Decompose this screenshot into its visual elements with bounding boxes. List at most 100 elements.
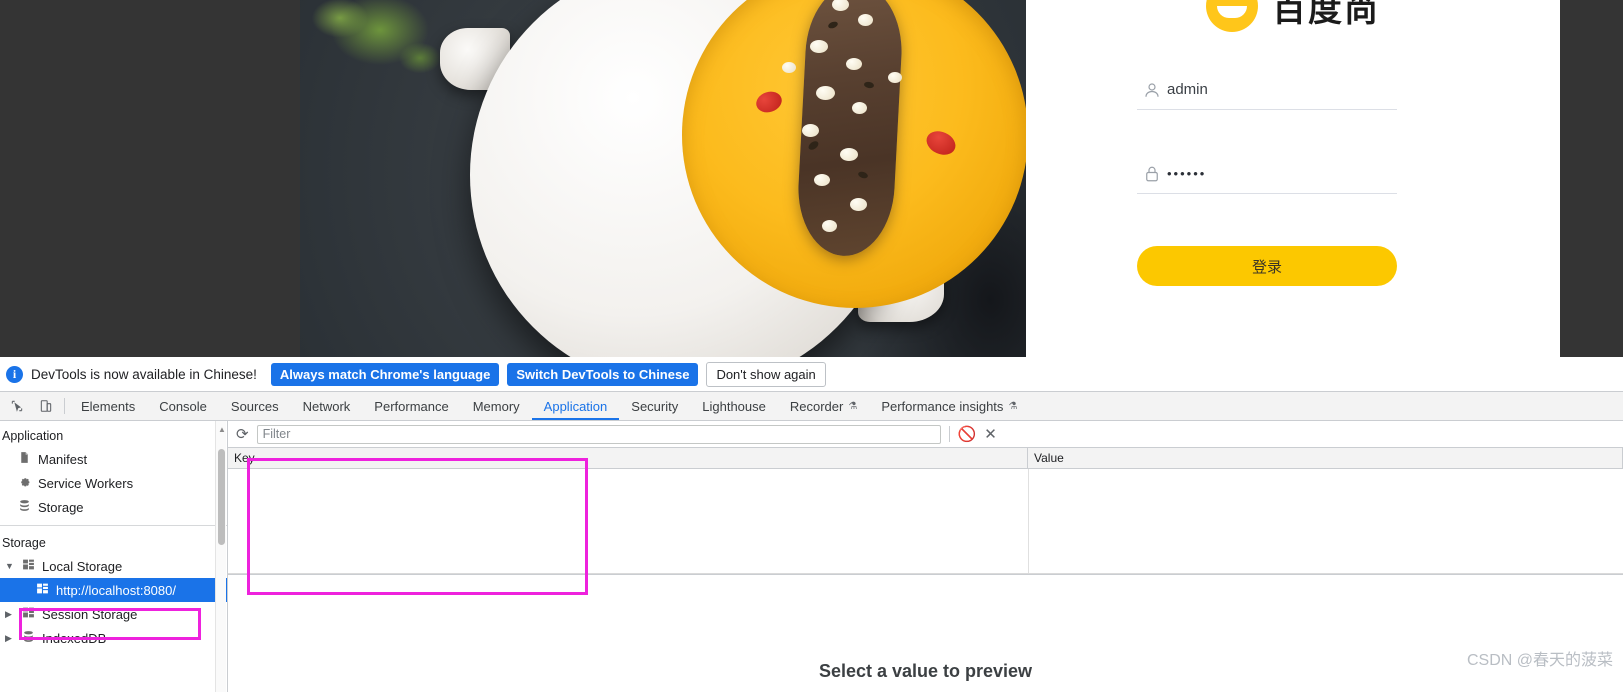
document-icon xyxy=(18,451,31,467)
chevron-down-icon[interactable]: ▼ xyxy=(5,561,15,571)
username-field[interactable]: admin xyxy=(1137,70,1397,110)
brand-logo-icon xyxy=(1206,0,1258,32)
sidebar-scrollbar[interactable]: ▲ xyxy=(215,421,226,692)
lock-icon xyxy=(1137,165,1167,183)
page-dark-right-gutter xyxy=(1560,0,1623,363)
scroll-up-icon[interactable]: ▲ xyxy=(218,425,226,434)
sidebar-item-session-storage[interactable]: ▶ Session Storage xyxy=(0,602,227,626)
login-submit-button[interactable]: 登录 xyxy=(1137,246,1397,286)
experimental-flask-icon: ⚗ xyxy=(848,400,858,412)
tab-label: Performance insights xyxy=(881,398,1004,414)
devtools-tabbar: Elements Console Sources Network Perform… xyxy=(0,392,1623,421)
sidebar-item-label: Session Storage xyxy=(42,606,138,622)
inspect-element-icon[interactable] xyxy=(2,392,31,420)
tab-label: Security xyxy=(631,398,679,414)
goji-berry xyxy=(753,88,785,116)
sidebar-item-local-storage[interactable]: ▼ Local Storage xyxy=(0,554,227,578)
table-icon xyxy=(22,606,35,622)
password-value: •••••• xyxy=(1167,166,1207,181)
inspected-page: 百度尚 admin •••••• 登录 xyxy=(0,0,1623,363)
brand: 百度尚 xyxy=(1206,0,1380,32)
tab-sources[interactable]: Sources xyxy=(219,392,291,420)
page-dark-left-gutter xyxy=(0,0,300,357)
tab-lighthouse[interactable]: Lighthouse xyxy=(690,392,778,420)
grain xyxy=(810,40,828,53)
chevron-right-icon[interactable]: ▶ xyxy=(5,609,15,620)
experimental-flask-icon: ⚗ xyxy=(1008,400,1018,412)
devtools-body: Application Manifest Service Workers Sto… xyxy=(0,421,1623,692)
tab-label: Memory xyxy=(472,398,520,414)
grain xyxy=(858,14,873,26)
info-icon: i xyxy=(6,365,23,383)
grain xyxy=(802,124,819,137)
grain xyxy=(816,86,835,100)
gear-icon xyxy=(18,475,31,491)
column-divider xyxy=(1028,469,1029,574)
grain xyxy=(846,58,862,70)
grain xyxy=(888,72,902,83)
username-value: admin xyxy=(1167,81,1208,98)
column-header-value[interactable]: Value xyxy=(1028,448,1623,468)
filter-input[interactable] xyxy=(256,424,941,444)
language-notice-bar: i DevTools is now available in Chinese! … xyxy=(0,357,1623,392)
sidebar-item-indexeddb[interactable]: ▶ IndexedDB xyxy=(0,626,227,650)
password-field[interactable]: •••••• xyxy=(1137,154,1397,194)
grain xyxy=(822,220,837,232)
tab-console[interactable]: Console xyxy=(147,392,219,420)
devtools-panel: i DevTools is now available in Chinese! … xyxy=(0,357,1623,692)
grain xyxy=(852,102,867,114)
soup xyxy=(682,0,1026,308)
tab-memory[interactable]: Memory xyxy=(461,392,532,420)
sidebar-divider xyxy=(0,525,227,526)
scrollbar-thumb[interactable] xyxy=(218,449,225,545)
tab-performance-insights[interactable]: Performance insights ⚗ xyxy=(869,392,1029,420)
tab-network[interactable]: Network xyxy=(291,392,363,420)
chevron-right-icon[interactable]: ▶ xyxy=(5,633,15,644)
no-entry-icon[interactable]: 🚫 xyxy=(958,425,977,443)
sidebar-section-application: Application xyxy=(2,429,64,443)
toolbar-divider xyxy=(64,398,65,414)
goji-berry xyxy=(922,126,960,160)
tab-label: Performance xyxy=(374,398,449,414)
tab-label: Elements xyxy=(81,398,136,414)
switch-to-chinese-button[interactable]: Switch DevTools to Chinese xyxy=(507,362,699,386)
tab-recorder[interactable]: Recorder ⚗ xyxy=(778,392,869,420)
storage-table-header: Key Value xyxy=(228,448,1623,469)
tab-elements[interactable]: Elements xyxy=(69,392,147,420)
value-preview-pane: Select a value to preview xyxy=(228,574,1623,692)
application-sidebar: Application Manifest Service Workers Sto… xyxy=(0,421,228,692)
bowl xyxy=(470,0,1026,357)
sidebar-item-label: Manifest xyxy=(38,451,88,467)
tab-application[interactable]: Application xyxy=(532,392,620,420)
login-panel: 百度尚 admin •••••• 登录 xyxy=(1026,0,1560,357)
table-icon xyxy=(36,582,49,598)
tab-performance[interactable]: Performance xyxy=(362,392,460,420)
tab-security[interactable]: Security xyxy=(619,392,690,420)
sidebar-item-service-workers[interactable]: Service Workers xyxy=(0,471,227,495)
toolbar-divider xyxy=(948,426,950,442)
sidebar-item-storage[interactable]: Storage xyxy=(0,495,227,519)
close-icon[interactable]: ✕ xyxy=(984,425,997,443)
tab-label: Application xyxy=(543,398,608,414)
dont-show-again-button[interactable]: Don't show again xyxy=(706,361,826,387)
storage-filter-toolbar: ⟳ 🚫 ✕ xyxy=(228,421,1623,448)
grain xyxy=(840,148,858,161)
sidebar-item-label: Local Storage xyxy=(42,558,123,574)
sidebar-item-manifest[interactable]: Manifest xyxy=(0,447,227,471)
storage-main-pane: ⟳ 🚫 ✕ Key Value Select a value to previe… xyxy=(228,421,1623,692)
column-header-key[interactable]: Key xyxy=(228,448,1028,468)
sidebar-item-label: http://localhost:8080/ xyxy=(56,582,176,598)
tab-label: Sources xyxy=(230,398,279,414)
refresh-icon[interactable]: ⟳ xyxy=(236,425,249,443)
sidebar-item-label: Storage xyxy=(38,499,84,515)
storage-table-body[interactable] xyxy=(228,469,1623,574)
sidebar-item-label: Service Workers xyxy=(38,475,134,491)
sidebar-item-localhost-origin[interactable]: http://localhost:8080/ xyxy=(0,578,227,602)
sidebar-section-storage: Storage xyxy=(2,536,46,550)
device-toolbar-icon[interactable] xyxy=(31,392,60,420)
sidebar-item-label: IndexedDB xyxy=(42,630,107,646)
always-match-language-button[interactable]: Always match Chrome's language xyxy=(270,362,500,386)
grain xyxy=(850,198,867,211)
food-photo xyxy=(300,0,1026,357)
screenshot-root: 百度尚 admin •••••• 登录 i DevTools is now av… xyxy=(0,0,1623,692)
